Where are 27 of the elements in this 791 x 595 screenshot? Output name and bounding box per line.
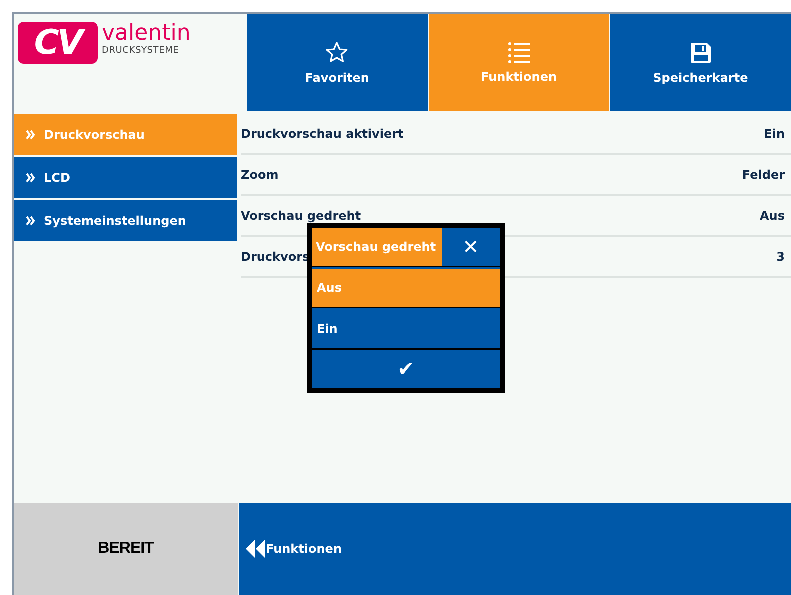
chevrons-icon	[26, 172, 36, 182]
setting-value: 3	[776, 250, 785, 264]
confirm-button[interactable]: ✔	[312, 350, 500, 388]
sidebar-item[interactable]: Systemeinstellungen	[14, 200, 237, 241]
dialog-title: Vorschau gedreht	[312, 228, 442, 266]
setting-name: Zoom	[241, 168, 279, 182]
logo-name: valentin	[102, 22, 191, 46]
setting-value: Felder	[742, 168, 785, 182]
double-arrow-left-icon	[245, 540, 265, 558]
setting-value: Aus	[760, 208, 785, 222]
setting-name: Druckvorschau aktiviert	[241, 126, 404, 140]
setting-value: Ein	[764, 126, 785, 140]
status-text: BEREIT	[98, 540, 154, 558]
chevrons-icon	[26, 216, 36, 226]
option-item[interactable]: Ein	[312, 308, 500, 348]
tab[interactable]: Speicherkarte	[610, 14, 791, 111]
setting-name: Vorschau gedreht	[241, 208, 362, 222]
setting-name: Druckvors	[241, 250, 310, 264]
logo-subtitle: DRUCKSYSTEME	[102, 46, 180, 56]
sidebar-item[interactable]: LCD	[14, 157, 237, 198]
list-icon	[507, 42, 531, 64]
tab[interactable]: Favoriten	[247, 14, 428, 111]
close-button[interactable]: ✕	[442, 228, 500, 266]
chevrons-icon	[26, 130, 36, 140]
star-icon	[325, 40, 350, 64]
logo-mark: CV	[18, 22, 98, 64]
back-button[interactable]: Funktionen	[239, 540, 348, 558]
